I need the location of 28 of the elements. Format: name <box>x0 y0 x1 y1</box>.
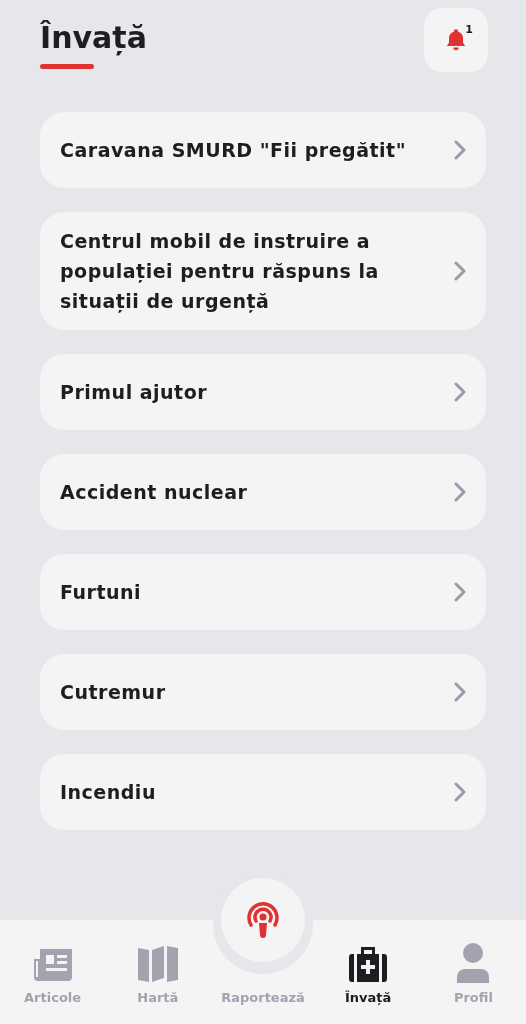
chevron-right-icon <box>454 482 466 502</box>
first-aid-kit-icon <box>347 945 390 983</box>
tab-label: Hartă <box>137 991 179 1004</box>
menu-item[interactable]: Incendiu <box>40 754 486 830</box>
chevron-right-icon <box>454 582 466 602</box>
menu-item[interactable]: Accident nuclear <box>40 454 486 530</box>
notifications-button[interactable]: 1 <box>424 8 488 72</box>
tab-label: Învață <box>345 991 392 1004</box>
chevron-right-icon <box>454 682 466 702</box>
page-title: Învață <box>40 19 147 58</box>
chevron-right-icon <box>454 382 466 402</box>
menu-item[interactable]: Cutremur <box>40 654 486 730</box>
menu-item[interactable]: Furtuni <box>40 554 486 630</box>
title-underline <box>40 64 94 69</box>
broadcast-icon <box>245 901 281 939</box>
tab-label: Profil <box>453 991 493 1004</box>
newspaper-icon <box>31 947 74 983</box>
menu-item[interactable]: Caravana SMURD "Fii pregătit" <box>40 112 486 188</box>
chevron-right-icon <box>454 782 466 802</box>
tab-label: Articole <box>24 991 82 1004</box>
menu-item[interactable]: Centrul mobil de instruire a populației pentru răspuns la situații de urgență <box>40 212 486 330</box>
notification-count: 1 <box>465 24 473 35</box>
chevron-right-icon <box>454 261 466 281</box>
tab[interactable]: Învață <box>315 920 421 1024</box>
user-icon <box>455 943 492 983</box>
menu-item[interactable]: Primul ajutor <box>40 354 486 430</box>
chevron-right-icon <box>454 140 466 160</box>
map-icon <box>136 945 179 983</box>
